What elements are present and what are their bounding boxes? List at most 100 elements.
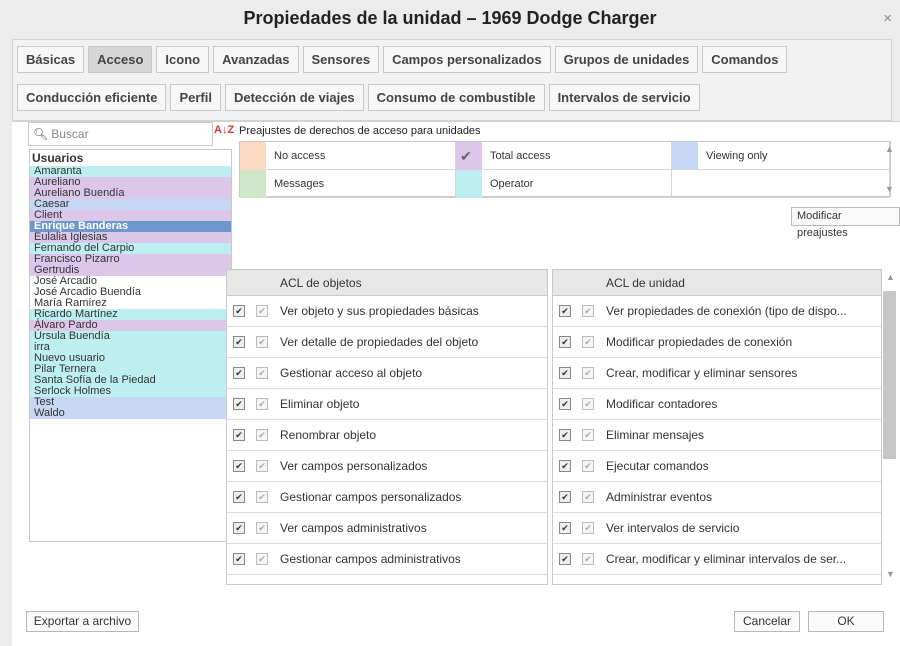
acl-inherited-checkbox[interactable]: ✔ — [256, 367, 268, 379]
acl-checkbox[interactable]: ✔ — [559, 584, 571, 585]
acl-checkbox[interactable]: ✔ — [559, 491, 571, 503]
acl-inherited-checkbox[interactable]: ✔ — [256, 336, 268, 348]
acl-objects-table: ACL de objetos ✔ ✔ Ver objeto y sus propie… — [226, 269, 548, 585]
acl-checkbox[interactable]: ✔ — [233, 491, 245, 503]
acl-row[interactable]: ✔ ✔ Crear, modificar y eliminar sensores — [553, 358, 881, 389]
acl-row[interactable]: ✔ ✔ Ver campos personalizados — [227, 451, 547, 482]
acl-scroll-up-icon[interactable]: ▲ — [886, 272, 895, 282]
acl-checkbox[interactable]: ✔ — [233, 398, 245, 410]
acl-checkbox[interactable]: ✔ — [233, 522, 245, 534]
presets-scroll-down-icon[interactable]: ▼ — [885, 184, 894, 194]
acl-row[interactable]: ✔ ✔ Importar mensajes — [553, 575, 881, 585]
preset-cell[interactable]: ✔ Total access — [456, 142, 672, 170]
acl-inherited-checkbox[interactable]: ✔ — [256, 460, 268, 472]
acl-inherited-checkbox[interactable]: ✔ — [256, 305, 268, 317]
acl-inherited-checkbox[interactable]: ✔ — [582, 367, 594, 379]
acl-inherited-checkbox[interactable]: ✔ — [582, 584, 594, 585]
user-list-item[interactable]: Serlock Holmes — [30, 386, 231, 397]
acl-inherited-checkbox[interactable]: ✔ — [582, 460, 594, 472]
acl-row[interactable]: ✔ ✔ Modificar contadores — [553, 389, 881, 420]
acl-row[interactable]: ✔ ✔ Ver campos administrativos — [227, 513, 547, 544]
acl-checkbox[interactable]: ✔ — [559, 522, 571, 534]
preset-color-swatch — [456, 170, 482, 198]
title-bar: Propiedades de la unidad – 1969 Dodge Ch… — [0, 0, 900, 37]
acl-scroll-down-icon[interactable]: ▼ — [886, 569, 895, 579]
preset-cell[interactable]: No access — [240, 142, 456, 170]
acl-row[interactable]: ✔ ✔ Ejecutar comandos — [553, 451, 881, 482]
acl-checkbox[interactable]: ✔ — [233, 553, 245, 565]
acl-inherited-checkbox[interactable]: ✔ — [256, 398, 268, 410]
user-list-item[interactable]: Waldo — [30, 408, 231, 419]
acl-row[interactable]: ✔ ✔ Modificar propiedades de conexión — [553, 327, 881, 358]
acl-checkbox[interactable]: ✔ — [233, 367, 245, 379]
acl-inherited-checkbox[interactable]: ✔ — [256, 429, 268, 441]
acl-checkbox[interactable]: ✔ — [559, 553, 571, 565]
acl-row[interactable]: ✔ ✔ Crear, modificar y eliminar intervalos… — [553, 544, 881, 575]
acl-inherited-checkbox[interactable]: ✔ — [582, 398, 594, 410]
acl-checkbox[interactable]: ✔ — [233, 584, 245, 585]
search-input[interactable]: 🔍︎ Buscar — [28, 122, 213, 146]
acl-row[interactable]: ✔ ✔ Ver intervalos de servicio — [553, 513, 881, 544]
acl-scrollbar[interactable]: ▲ ▼ — [883, 269, 897, 585]
tab-icono[interactable]: Icono — [156, 45, 210, 73]
export-button[interactable]: Exportar a archivo — [26, 611, 139, 632]
tab-detecci-n-de-viajes[interactable]: Detección de viajes — [224, 83, 364, 111]
presets-scroll-up-icon[interactable]: ▲ — [885, 144, 894, 154]
acl-row[interactable]: ✔ ✔ Ver objeto y sus propiedades básicas — [227, 296, 547, 327]
acl-checkbox[interactable]: ✔ — [233, 336, 245, 348]
acl-row[interactable]: ✔ ✔ Renombrar objeto — [227, 420, 547, 451]
tab-perfil[interactable]: Perfil — [170, 83, 221, 111]
acl-inherited-checkbox[interactable]: ✔ — [582, 553, 594, 565]
acl-inherited-checkbox[interactable]: ✔ — [256, 553, 268, 565]
acl-checkbox[interactable]: ✔ — [559, 460, 571, 472]
acl-row[interactable]: ✔ ✔ Administrar eventos — [553, 482, 881, 513]
acl-row[interactable]: ✔ ✔ Modificar propiedades no mencionadas — [227, 575, 547, 585]
tab-consumo-de-combustible[interactable]: Consumo de combustible — [367, 83, 545, 111]
acl-inherited-checkbox[interactable]: ✔ — [256, 522, 268, 534]
user-list-item[interactable]: Úrsula Buendía — [30, 331, 231, 342]
acl-checkbox[interactable]: ✔ — [559, 398, 571, 410]
tab-avanzadas[interactable]: Avanzadas — [213, 45, 299, 73]
acl-row[interactable]: ✔ ✔ Gestionar acceso al objeto — [227, 358, 547, 389]
acl-inherited-checkbox[interactable]: ✔ — [582, 336, 594, 348]
acl-row[interactable]: ✔ ✔ Ver detalle de propiedades del objeto — [227, 327, 547, 358]
acl-row[interactable]: ✔ ✔ Gestionar campos administrativos — [227, 544, 547, 575]
acl-checkbox[interactable]: ✔ — [559, 367, 571, 379]
tab-comandos[interactable]: Comandos — [702, 45, 788, 73]
presets-grid: No access ✔ Total access Viewing only Messag… — [239, 141, 891, 198]
acl-inherited-checkbox[interactable]: ✔ — [582, 522, 594, 534]
acl-checkbox[interactable]: ✔ — [559, 336, 571, 348]
sort-az-icon[interactable]: A↓Z — [214, 124, 234, 136]
preset-cell[interactable]: Viewing only — [672, 142, 890, 170]
acl-inherited-checkbox[interactable]: ✔ — [256, 491, 268, 503]
tab-acceso[interactable]: Acceso — [88, 45, 153, 73]
acl-inherited-checkbox[interactable]: ✔ — [256, 584, 268, 585]
modify-presets-button[interactable]: Modificar preajustes — [791, 207, 900, 239]
tab-campos-personalizados[interactable]: Campos personalizados — [383, 45, 551, 73]
acl-checkbox[interactable]: ✔ — [233, 429, 245, 441]
acl-checkbox[interactable]: ✔ — [233, 305, 245, 317]
tab-grupos-de-unidades[interactable]: Grupos de unidades — [554, 45, 699, 73]
acl-row[interactable]: ✔ ✔ Eliminar mensajes — [553, 420, 881, 451]
acl-scroll-thumb[interactable] — [883, 291, 896, 459]
tab-sensores[interactable]: Sensores — [302, 45, 380, 73]
tab-intervalos-de-servicio[interactable]: Intervalos de servicio — [548, 83, 700, 111]
acl-checkbox[interactable]: ✔ — [559, 305, 571, 317]
cancel-button[interactable]: Cancelar — [734, 611, 800, 632]
preset-color-swatch — [240, 170, 266, 198]
preset-cell[interactable]: Messages — [240, 170, 456, 198]
acl-row[interactable]: ✔ ✔ Ver propiedades de conexión (tipo de d… — [553, 296, 881, 327]
acl-unit-header: ACL de unidad — [553, 270, 881, 296]
ok-button[interactable]: OK — [808, 611, 884, 632]
acl-checkbox[interactable]: ✔ — [559, 429, 571, 441]
close-icon[interactable]: × — [883, 10, 892, 27]
acl-checkbox[interactable]: ✔ — [233, 460, 245, 472]
acl-row[interactable]: ✔ ✔ Gestionar campos personalizados — [227, 482, 547, 513]
acl-inherited-checkbox[interactable]: ✔ — [582, 429, 594, 441]
tab-b-sicas[interactable]: Básicas — [17, 45, 85, 73]
acl-row[interactable]: ✔ ✔ Eliminar objeto — [227, 389, 547, 420]
preset-cell[interactable]: Operator — [456, 170, 672, 198]
acl-inherited-checkbox[interactable]: ✔ — [582, 305, 594, 317]
acl-inherited-checkbox[interactable]: ✔ — [582, 491, 594, 503]
tab-conducci-n-eficiente[interactable]: Conducción eficiente — [17, 83, 167, 111]
